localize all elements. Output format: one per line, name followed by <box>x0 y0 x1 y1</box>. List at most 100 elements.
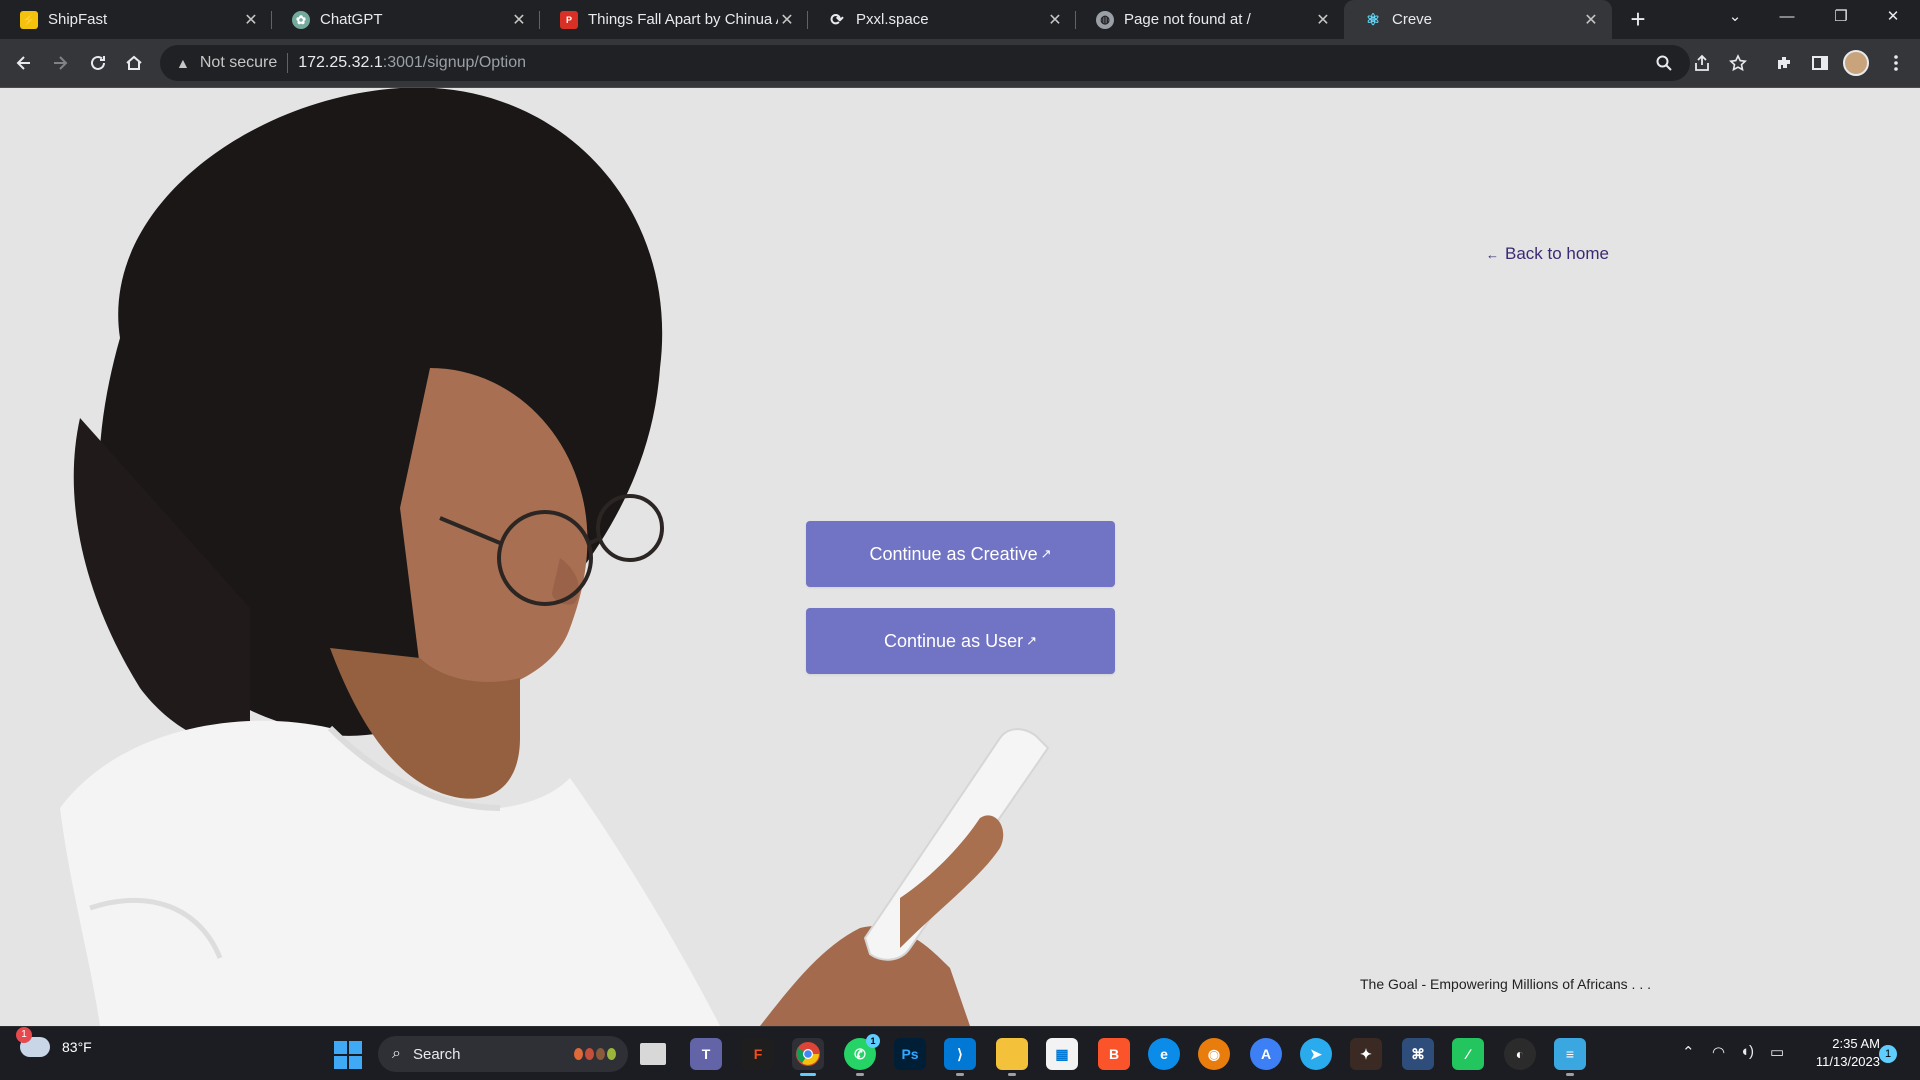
tab-things-fall-apart[interactable]: P Things Fall Apart by Chinua Achebe ✕ <box>540 0 808 39</box>
back-to-home-link[interactable]: ← Back to home <box>1486 244 1609 264</box>
close-tab-icon[interactable]: ✕ <box>1314 10 1332 30</box>
security-label: Not secure <box>199 54 278 71</box>
tab-shipfast[interactable]: ⚡ ShipFast ✕ <box>0 0 272 39</box>
windows-logo-tile <box>349 1041 362 1054</box>
close-window-button[interactable]: ✕ <box>1868 0 1918 39</box>
tab-strip: ⚡ ShipFast ✕ ✿ ChatGPT ✕ P Things Fall A… <box>0 0 1920 39</box>
url-path: :3001/signup/Option <box>382 54 526 71</box>
vscode-icon[interactable]: ⟩ <box>944 1038 976 1076</box>
tagline: The Goal - Empowering Millions of Africa… <box>1360 976 1651 992</box>
close-tab-icon[interactable]: ✕ <box>1046 10 1064 30</box>
puzzle-icon <box>1778 57 1790 69</box>
teams-icon[interactable]: T <box>690 1038 722 1070</box>
store-icon[interactable]: ▦ <box>1046 1038 1078 1070</box>
whatsapp-icon[interactable]: ✆ 1 <box>844 1034 880 1076</box>
close-tab-icon[interactable]: ✕ <box>242 10 260 30</box>
notepad-icon[interactable]: ≡ <box>1554 1038 1586 1076</box>
weather-temp: 83°F <box>62 1039 92 1055</box>
extensions-icon[interactable] <box>1770 49 1798 77</box>
restore-button[interactable]: ❐ <box>1816 0 1866 39</box>
address-divider <box>287 53 289 73</box>
reload-button[interactable] <box>82 47 114 79</box>
file-explorer-icon[interactable] <box>996 1038 1028 1076</box>
windows-logo-tile <box>334 1056 347 1069</box>
task-view-icon[interactable] <box>640 1043 666 1065</box>
browser-menu-icon[interactable] <box>1882 49 1910 77</box>
search-highlight-icon <box>574 1048 616 1060</box>
minimize-button[interactable]: — <box>1762 0 1812 39</box>
clock-date: 11/13/2023 <box>1815 1054 1880 1069</box>
photoshop-icon[interactable]: Ps <box>894 1038 926 1070</box>
share-arrow-icon <box>1695 54 1709 71</box>
tab-search-icon[interactable]: ⌄ <box>1710 0 1760 39</box>
app-icon[interactable]: A <box>1250 1038 1282 1070</box>
volume-icon[interactable]: ◖) <box>1740 1043 1754 1060</box>
tab-title: Creve <box>1392 11 1433 28</box>
creative-button-label: Continue as Creative <box>869 543 1038 564</box>
url-host: 172.25.32.1 <box>298 54 383 71</box>
battery-icon[interactable]: ▭ <box>1770 1043 1784 1061</box>
game-icon[interactable]: ✦ <box>1350 1038 1382 1070</box>
blender-icon[interactable]: ◉ <box>1198 1038 1230 1070</box>
weather-widget[interactable]: 1 83°F <box>16 1027 92 1057</box>
tab-pxxl[interactable]: ⟳ Pxxl.space ✕ <box>808 0 1076 39</box>
wifi-icon[interactable]: ◠ <box>1712 1043 1725 1061</box>
fruit-shape <box>607 1048 616 1060</box>
running-indicator <box>956 1073 964 1076</box>
running-indicator <box>1566 1073 1574 1076</box>
back-button[interactable] <box>8 47 40 79</box>
start-button[interactable] <box>334 1041 362 1069</box>
cloud-icon: 1 <box>16 1027 50 1057</box>
app-icon[interactable]: ⌘ <box>1402 1038 1434 1070</box>
share-icon[interactable] <box>1688 49 1716 77</box>
whatsapp-badge: 1 <box>866 1034 880 1048</box>
tab-chatgpt[interactable]: ✿ ChatGPT ✕ <box>272 0 540 39</box>
warning-icon: ▲ <box>176 55 190 71</box>
star-icon <box>1729 54 1747 72</box>
notification-badge[interactable]: 1 <box>1879 1045 1897 1063</box>
home-icon <box>126 55 142 70</box>
close-tab-icon[interactable]: ✕ <box>778 10 796 30</box>
tray-overflow-icon[interactable]: ⌃ <box>1682 1043 1695 1061</box>
close-tab-icon[interactable]: ✕ <box>1582 10 1600 30</box>
address-bar[interactable]: ▲ Not secure 172.25.32.1 :3001/signup/Op… <box>160 45 1690 81</box>
running-indicator <box>800 1073 816 1076</box>
tab-title: ShipFast <box>48 11 108 28</box>
forward-button[interactable] <box>44 47 76 79</box>
zoom-icon[interactable] <box>1650 49 1678 77</box>
browser-toolbar: ▲ Not secure 172.25.32.1 :3001/signup/Op… <box>0 39 1920 88</box>
magnifier-icon <box>1656 55 1672 71</box>
edge-icon[interactable]: e <box>1148 1038 1180 1070</box>
tab-creve[interactable]: ⚛ Creve ✕ <box>1344 0 1612 39</box>
forward-arrow-icon <box>54 56 68 70</box>
openai-icon: ✿ <box>292 10 310 29</box>
profile-avatar[interactable] <box>1842 49 1870 77</box>
avatar <box>1843 50 1869 76</box>
new-tab-button[interactable]: + <box>1623 4 1653 34</box>
taskbar-search[interactable]: ⌕ Search <box>378 1036 628 1072</box>
weather-badge: 1 <box>16 1027 32 1043</box>
tab-title: ChatGPT <box>320 11 383 28</box>
globe-icon: ◍ <box>1096 10 1114 29</box>
obs-icon[interactable]: ◐ <box>1504 1038 1536 1070</box>
bookmark-star-icon[interactable] <box>1724 49 1752 77</box>
system-clock[interactable]: 2:35 AM 11/13/2023 <box>1800 1035 1880 1071</box>
chrome-icon[interactable] <box>792 1038 824 1076</box>
back-arrow-icon: ← <box>1486 246 1499 262</box>
continue-as-creative-button[interactable]: Continue as Creative ↗ <box>806 521 1115 587</box>
tab-title: Pxxl.space <box>856 11 929 28</box>
search-label: Search <box>412 1045 461 1063</box>
fruit-shape <box>585 1048 594 1060</box>
app-icon[interactable]: ∕ <box>1452 1038 1484 1070</box>
home-button[interactable] <box>118 47 150 79</box>
tab-page-not-found[interactable]: ◍ Page not found at / ✕ <box>1076 0 1344 39</box>
side-panel-icon[interactable] <box>1806 49 1834 77</box>
telegram-icon[interactable]: ➤ <box>1300 1038 1332 1070</box>
sync-icon: ⟳ <box>830 11 844 29</box>
continue-as-user-button[interactable]: Continue as User ↗ <box>806 608 1115 674</box>
panel-icon <box>1812 56 1828 70</box>
running-indicator <box>856 1073 864 1076</box>
figma-icon[interactable]: F <box>742 1038 774 1070</box>
brave-icon[interactable]: B <box>1098 1038 1130 1070</box>
close-tab-icon[interactable]: ✕ <box>510 10 528 30</box>
